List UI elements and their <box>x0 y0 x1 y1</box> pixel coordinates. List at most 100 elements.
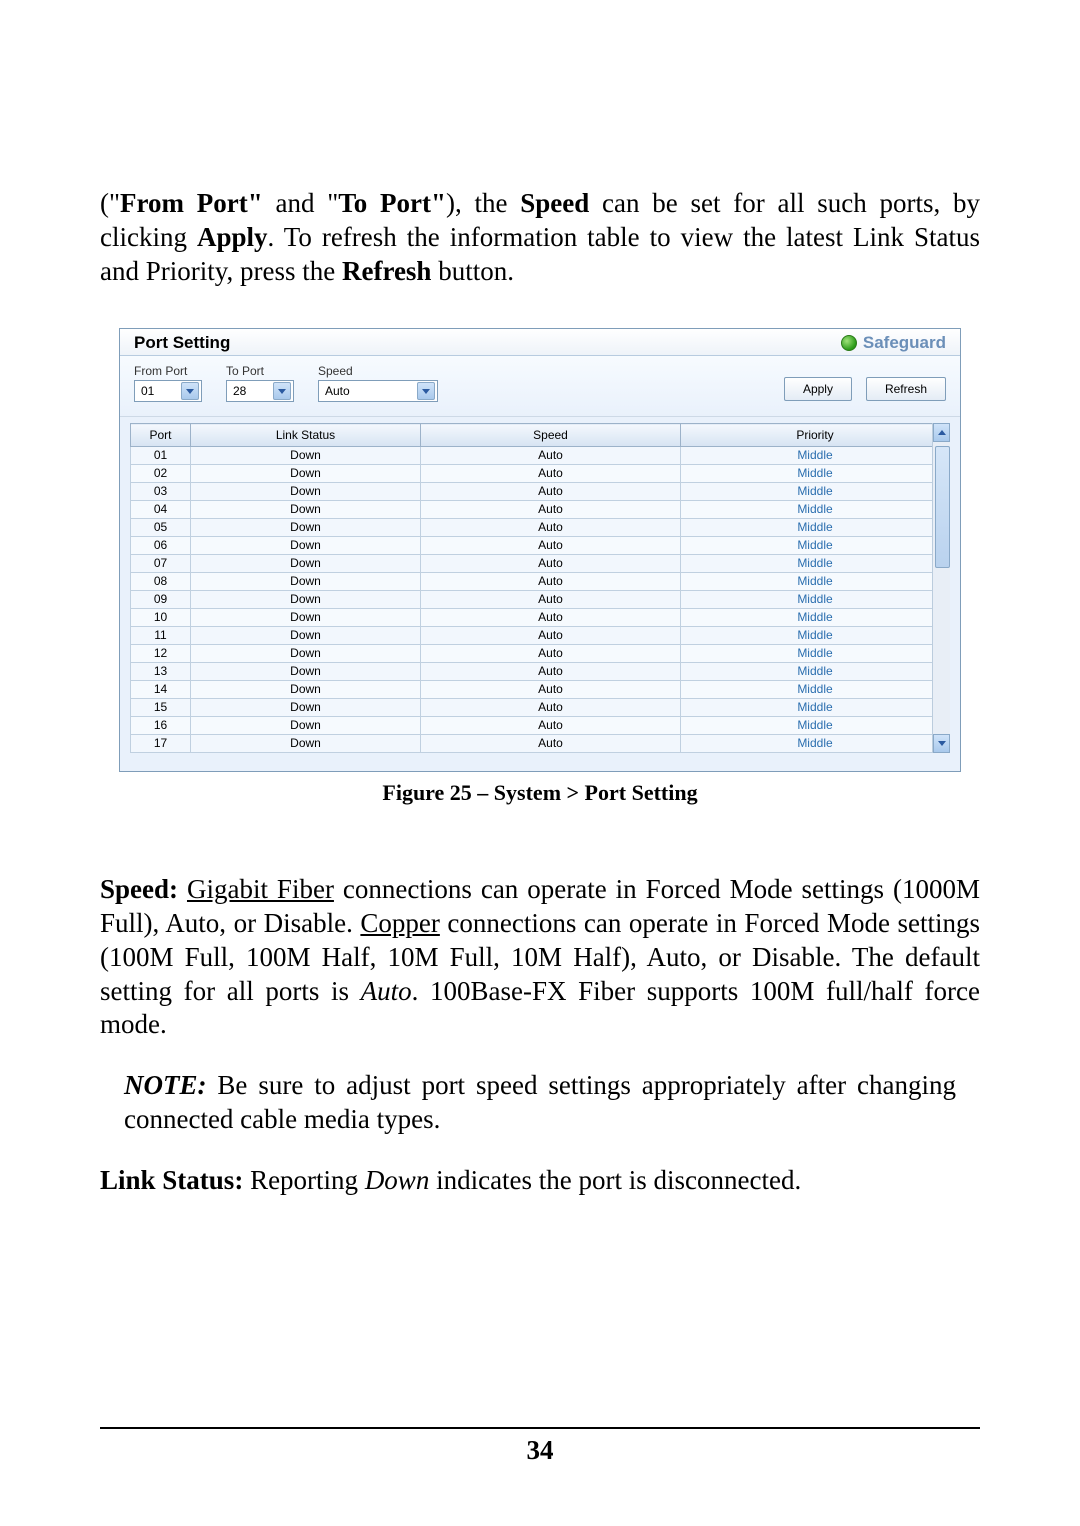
cell-speed: Auto <box>421 735 681 753</box>
table-row[interactable]: 05DownAutoMiddle <box>131 519 950 537</box>
cell-port: 07 <box>131 555 191 573</box>
apply-button[interactable]: Apply <box>784 377 852 401</box>
cell-port: 03 <box>131 483 191 501</box>
table-row[interactable]: 01DownAutoMiddle <box>131 447 950 465</box>
cell-speed: Auto <box>421 447 681 465</box>
speed-para-u2: Copper <box>360 908 439 938</box>
safeguard-icon <box>841 335 857 351</box>
refresh-button-label: Refresh <box>885 382 927 396</box>
cell-port: 13 <box>131 663 191 681</box>
refresh-button[interactable]: Refresh <box>866 377 946 401</box>
note-text: Be sure to adjust port speed settings ap… <box>124 1070 956 1134</box>
panel-title: Port Setting <box>134 333 230 353</box>
table-row[interactable]: 10DownAutoMiddle <box>131 609 950 627</box>
cell-priority: Middle <box>681 609 950 627</box>
link-status-paragraph: Link Status: Reporting Down indicates th… <box>100 1164 980 1198</box>
safeguard-badge: Safeguard <box>841 333 946 353</box>
cell-speed: Auto <box>421 483 681 501</box>
scroll-thumb[interactable] <box>935 446 950 568</box>
port-table: Port Link Status Speed Priority 01DownAu… <box>130 423 950 753</box>
cell-link-status: Down <box>191 645 421 663</box>
from-port-select[interactable]: 01 <box>134 380 202 402</box>
table-row[interactable]: 12DownAutoMiddle <box>131 645 950 663</box>
scroll-down-icon[interactable] <box>933 734 950 753</box>
note-paragraph: NOTE: Be sure to adjust port speed setti… <box>124 1069 956 1137</box>
speed-value: Auto <box>325 384 350 398</box>
cell-priority: Middle <box>681 555 950 573</box>
cell-link-status: Down <box>191 537 421 555</box>
cell-link-status: Down <box>191 465 421 483</box>
table-row[interactable]: 07DownAutoMiddle <box>131 555 950 573</box>
cell-link-status: Down <box>191 627 421 645</box>
table-row[interactable]: 03DownAutoMiddle <box>131 483 950 501</box>
intro-seg3: ), the <box>446 188 520 218</box>
cell-port: 12 <box>131 645 191 663</box>
cell-link-status: Down <box>191 609 421 627</box>
cell-priority: Middle <box>681 627 950 645</box>
table-row[interactable]: 17DownAutoMiddle <box>131 735 950 753</box>
table-row[interactable]: 13DownAutoMiddle <box>131 663 950 681</box>
cell-priority: Middle <box>681 645 950 663</box>
to-port-select[interactable]: 28 <box>226 380 294 402</box>
cell-speed: Auto <box>421 717 681 735</box>
page-number: 34 <box>100 1429 980 1466</box>
intro-speed: Speed <box>520 188 589 218</box>
chevron-down-icon <box>273 382 291 400</box>
col-priority[interactable]: Priority <box>681 424 950 447</box>
from-port-label: From Port <box>134 364 202 378</box>
cell-link-status: Down <box>191 591 421 609</box>
table-row[interactable]: 04DownAutoMiddle <box>131 501 950 519</box>
cell-priority: Middle <box>681 519 950 537</box>
to-port-control: To Port 28 <box>226 364 294 402</box>
to-port-label: To Port <box>226 364 294 378</box>
cell-link-status: Down <box>191 447 421 465</box>
table-row[interactable]: 08DownAutoMiddle <box>131 573 950 591</box>
cell-speed: Auto <box>421 501 681 519</box>
table-header-row: Port Link Status Speed Priority <box>131 424 950 447</box>
cell-priority: Middle <box>681 663 950 681</box>
col-port[interactable]: Port <box>131 424 191 447</box>
intro-to-port: To Port" <box>338 188 446 218</box>
cell-priority: Middle <box>681 681 950 699</box>
table-row[interactable]: 16DownAutoMiddle <box>131 717 950 735</box>
speed-para-u1: Gigabit Fiber <box>187 874 334 904</box>
link-status-t2: indicates the port is disconnected. <box>429 1165 801 1195</box>
col-speed[interactable]: Speed <box>421 424 681 447</box>
table-row[interactable]: 15DownAutoMiddle <box>131 699 950 717</box>
page-footer: 34 <box>100 1427 980 1466</box>
cell-speed: Auto <box>421 609 681 627</box>
col-link-status[interactable]: Link Status <box>191 424 421 447</box>
cell-port: 01 <box>131 447 191 465</box>
table-row[interactable]: 09DownAutoMiddle <box>131 591 950 609</box>
speed-paragraph: Speed: Gigabit Fiber connections can ope… <box>100 873 980 1042</box>
cell-speed: Auto <box>421 645 681 663</box>
table-scrollbar[interactable] <box>932 423 950 753</box>
table-row[interactable]: 02DownAutoMiddle <box>131 465 950 483</box>
apply-button-label: Apply <box>803 382 833 396</box>
cell-link-status: Down <box>191 555 421 573</box>
cell-link-status: Down <box>191 681 421 699</box>
cell-speed: Auto <box>421 699 681 717</box>
cell-port: 09 <box>131 591 191 609</box>
intro-apply: Apply <box>197 222 268 252</box>
chevron-down-icon <box>417 382 435 400</box>
cell-port: 17 <box>131 735 191 753</box>
cell-priority: Middle <box>681 447 950 465</box>
scroll-up-icon[interactable] <box>933 423 950 442</box>
cell-speed: Auto <box>421 627 681 645</box>
cell-port: 02 <box>131 465 191 483</box>
table-row[interactable]: 14DownAutoMiddle <box>131 681 950 699</box>
table-row[interactable]: 11DownAutoMiddle <box>131 627 950 645</box>
speed-para-label: Speed: <box>100 874 178 904</box>
table-row[interactable]: 06DownAutoMiddle <box>131 537 950 555</box>
cell-speed: Auto <box>421 465 681 483</box>
intro-refresh: Refresh <box>342 256 431 286</box>
cell-port: 15 <box>131 699 191 717</box>
cell-port: 05 <box>131 519 191 537</box>
link-status-label: Link Status: <box>100 1165 243 1195</box>
note-label: NOTE: <box>124 1070 207 1100</box>
intro-paragraph: ("From Port" and "To Port"), the Speed c… <box>100 187 980 288</box>
cell-link-status: Down <box>191 483 421 501</box>
panel-header: Port Setting Safeguard <box>120 329 960 356</box>
speed-select[interactable]: Auto <box>318 380 438 402</box>
